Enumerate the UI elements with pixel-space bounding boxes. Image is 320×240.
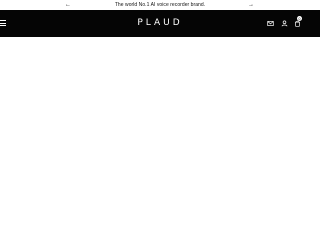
- announcement-bar: ← The world No.1 AI voice recorder brand…: [0, 0, 320, 10]
- announcement-prev-arrow[interactable]: ←: [62, 0, 74, 10]
- announcement-next-arrow[interactable]: →: [245, 0, 257, 10]
- announcement-text: The world No.1 AI voice recorder brand.: [114, 2, 206, 8]
- brand-logo[interactable]: PLAUD: [135, 17, 185, 29]
- hamburger-menu-icon[interactable]: [0, 18, 8, 28]
- user-icon[interactable]: [280, 19, 289, 28]
- cart-count-badge: 0: [297, 16, 302, 21]
- main-content: [0, 37, 320, 240]
- cart-icon[interactable]: 0: [293, 16, 302, 28]
- site-header: PLAUD 0: [0, 10, 320, 37]
- mail-icon[interactable]: [266, 19, 275, 28]
